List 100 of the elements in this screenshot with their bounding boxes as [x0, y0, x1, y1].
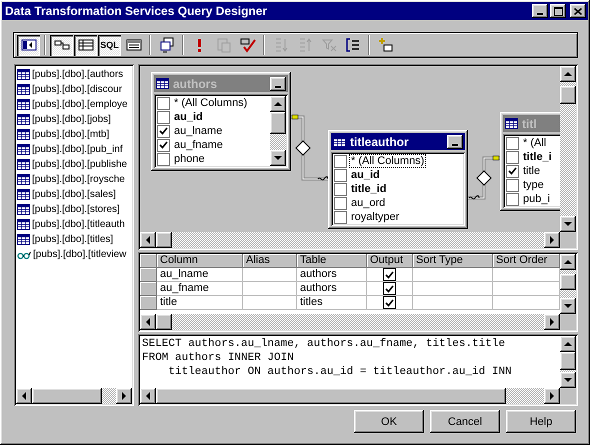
scroll-up-button[interactable]	[270, 96, 286, 112]
scroll-thumb[interactable]	[270, 112, 286, 134]
field-name: pub_i	[522, 193, 551, 205]
scroll-thumb[interactable]	[560, 274, 576, 290]
field-checkbox[interactable]	[157, 152, 170, 166]
field-checkbox[interactable]	[334, 196, 347, 210]
scroll-down-button[interactable]	[560, 372, 576, 388]
output-checkbox[interactable]	[383, 268, 396, 281]
table-cell[interactable]	[243, 282, 297, 296]
minimize-button[interactable]	[447, 134, 463, 148]
table-cell[interactable]	[413, 268, 493, 282]
field-checkbox[interactable]	[157, 124, 170, 138]
toolbar-button[interactable]	[17, 34, 40, 56]
grid-corner[interactable]	[140, 254, 157, 268]
field-checkbox[interactable]	[506, 150, 519, 164]
minimize-icon	[275, 86, 281, 88]
table-list-item[interactable]: [pubs].[dbo].[discour	[16, 82, 132, 97]
scroll-right-button[interactable]	[544, 388, 560, 404]
table-name: [pubs].[dbo].[titleauth	[32, 219, 125, 230]
scroll-thumb[interactable]	[560, 86, 576, 104]
field-checkbox[interactable]	[334, 182, 347, 196]
scroll-thumb[interactable]	[156, 232, 172, 248]
minimize-button[interactable]	[532, 4, 548, 18]
table-cell[interactable]: au_fname	[157, 282, 243, 296]
scroll-thumb[interactable]	[156, 314, 172, 330]
table-cell[interactable]: title	[157, 296, 243, 310]
table-list-item[interactable]: [pubs].[dbo].[titleauth	[16, 217, 132, 232]
table-cell[interactable]: titles	[297, 296, 367, 310]
maximize-button[interactable]	[550, 4, 566, 18]
output-checkbox[interactable]	[383, 282, 396, 295]
output-checkbox[interactable]	[383, 296, 396, 309]
scroll-thumb[interactable]	[156, 388, 506, 404]
scroll-right-button[interactable]	[544, 232, 560, 248]
field-checkbox[interactable]	[506, 164, 519, 178]
close-button[interactable]	[570, 4, 586, 18]
column-header[interactable]: Output	[367, 254, 413, 268]
table-cell[interactable]	[243, 296, 297, 310]
field-name: au_lname	[173, 125, 224, 137]
column-header[interactable]: Column	[157, 254, 243, 268]
table-list-item[interactable]: [pubs].[dbo].[stores]	[16, 202, 132, 217]
table-list-item[interactable]: [pubs].[dbo].[authors	[16, 67, 132, 82]
field-checkbox[interactable]	[334, 154, 347, 168]
table-cell[interactable]: au_lname	[157, 268, 243, 282]
table-list-item[interactable]: [pubs].[dbo].[employe	[16, 97, 132, 112]
table-list-item[interactable]: [pubs].[dbo].[roysche	[16, 172, 132, 187]
column-header[interactable]: Sort Order	[493, 254, 560, 268]
scroll-left-button[interactable]	[16, 388, 32, 404]
scroll-right-button[interactable]	[116, 388, 132, 404]
table-list-item[interactable]: [pubs].[dbo].[pub_inf	[16, 142, 132, 157]
field-checkbox[interactable]	[506, 178, 519, 192]
dialog-button[interactable]: OK	[354, 410, 424, 433]
scroll-thumb[interactable]	[560, 352, 576, 370]
field-checkbox[interactable]	[506, 192, 519, 206]
scroll-down-button[interactable]	[560, 216, 576, 232]
table-window[interactable]: authors * (All Columns) au_id au_lname au_fname phone	[151, 72, 291, 171]
table-list-item[interactable]: [pubs].[dbo].[publishe	[16, 157, 132, 172]
table-cell[interactable]	[413, 296, 493, 310]
scroll-left-button[interactable]	[140, 388, 156, 404]
table-name: [pubs].[dbo].[employe	[32, 99, 128, 110]
table-cell[interactable]	[243, 268, 297, 282]
scroll-up-button[interactable]	[560, 66, 576, 82]
table-cell[interactable]: authors	[297, 282, 367, 296]
table-window[interactable]: titl * (All title_i title type pub_i	[500, 112, 560, 211]
field-checkbox[interactable]	[157, 96, 170, 110]
toolbar-button[interactable]	[50, 34, 73, 56]
minimize-button[interactable]	[270, 76, 286, 90]
column-header[interactable]: Alias	[243, 254, 297, 268]
scroll-up-button[interactable]	[560, 254, 576, 270]
field-checkbox[interactable]	[157, 110, 170, 124]
row-selector[interactable]	[140, 296, 157, 310]
scroll-up-button[interactable]	[560, 336, 576, 352]
field-name: title_i	[522, 151, 553, 163]
scroll-thumb[interactable]	[32, 388, 102, 404]
field-checkbox[interactable]	[334, 168, 347, 182]
table-list-item[interactable]: [pubs].[dbo].[mtb]	[16, 127, 132, 142]
field-checkbox[interactable]	[506, 136, 519, 150]
field-checkbox[interactable]	[157, 138, 170, 152]
scroll-left-button[interactable]	[140, 232, 156, 248]
row-selector[interactable]	[140, 282, 157, 296]
field-checkbox[interactable]	[334, 210, 347, 224]
row-selector[interactable]	[140, 268, 157, 282]
table-cell[interactable]	[413, 282, 493, 296]
scroll-down-button[interactable]	[270, 150, 286, 166]
toolbar-button[interactable]	[74, 34, 97, 56]
table-title: titl	[522, 116, 538, 130]
table-list-item[interactable]: [pubs].[dbo].[titles]	[16, 232, 132, 247]
scroll-left-button[interactable]	[140, 314, 156, 330]
column-header[interactable]: Table	[297, 254, 367, 268]
table-list-item[interactable]: [pubs].[dbo].[sales]	[16, 187, 132, 202]
table-name: [pubs].[dbo].[pub_inf	[32, 144, 123, 155]
column-header[interactable]: Sort Type	[413, 254, 493, 268]
table-window[interactable]: titleauthor * (All Columns) au_id title_id au_ord royaltyper	[328, 130, 468, 229]
scroll-down-button[interactable]	[560, 298, 576, 314]
scroll-right-button[interactable]	[544, 314, 560, 330]
table-cell[interactable]: authors	[297, 268, 367, 282]
table-list-item[interactable]: [pubs].[dbo].[jobs]	[16, 112, 132, 127]
toolbar-button[interactable]: SQL	[98, 34, 121, 56]
dialog-button[interactable]: Cancel	[430, 410, 500, 433]
dialog-button[interactable]: Help	[506, 410, 576, 433]
table-list-item[interactable]: [pubs].[dbo].[titleview	[16, 247, 132, 262]
